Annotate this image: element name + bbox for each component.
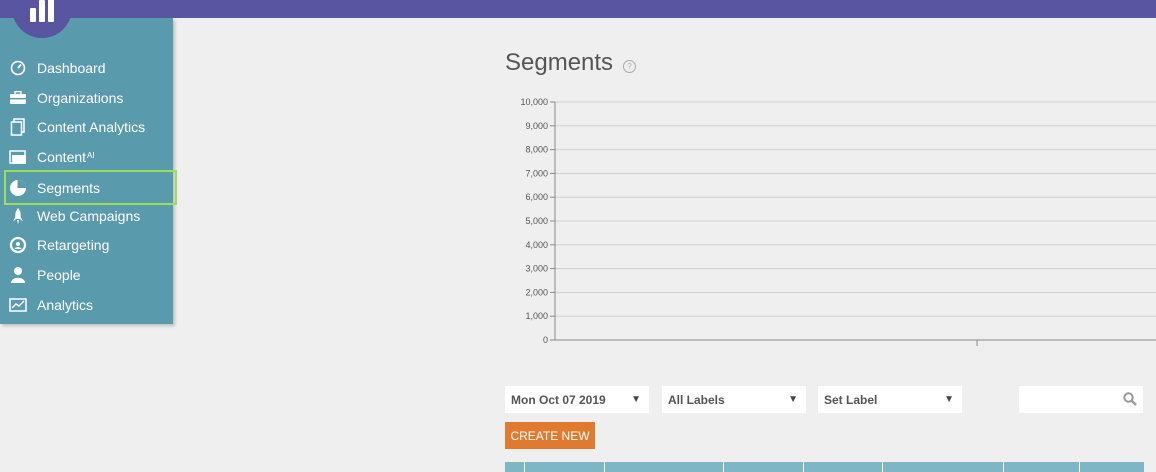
date-select[interactable]: Mon Oct 07 2019 ▼ [505, 386, 649, 413]
page-title: Segments [505, 49, 614, 76]
sidebar-item-label: Organizations [37, 90, 124, 106]
segments-chart: 10,000 9,000 8,000 7,000 6,000 5,000 4,000 3,00… [520, 97, 1156, 346]
content-folder-icon [8, 147, 28, 167]
logo-bar [39, 0, 45, 22]
sidebar-item-label: Content [37, 149, 87, 165]
sidebar-item-label: Retargeting [37, 237, 110, 253]
rocket-icon [8, 206, 28, 226]
documents-icon [8, 117, 28, 137]
sidebar-item-dashboard[interactable]: Dashboard [6, 54, 175, 82]
sidebar-item-organizations[interactable]: Organizations [6, 84, 175, 112]
dropdown-arrow-icon: ▼ [788, 394, 798, 405]
analytics-chart-icon [8, 295, 28, 315]
y-tick-label: 8,000 [525, 145, 548, 155]
table-header-cell[interactable] [1080, 462, 1144, 472]
labels-select-value: All Labels [668, 392, 725, 407]
y-tick-label: 3,000 [525, 264, 548, 274]
search-icon[interactable] [1123, 392, 1137, 411]
create-new-button[interactable]: CREATE NEW [505, 422, 595, 449]
set-label-select[interactable]: Set Label ▼ [818, 386, 962, 413]
help-icon[interactable]: ? [623, 60, 636, 73]
sidebar-item-label: People [37, 267, 81, 283]
sidebar-item-content-analytics[interactable]: Content Analytics [6, 113, 175, 141]
table-header-cell[interactable] [525, 462, 605, 472]
y-tick-label: 0 [543, 335, 548, 345]
table-header-cell[interactable] [505, 462, 525, 472]
dropdown-arrow-icon: ▼ [631, 394, 641, 405]
table-header-cell[interactable] [724, 462, 804, 472]
sidebar-item-retargeting[interactable]: Retargeting [6, 231, 175, 259]
sidebar-item-people[interactable]: People [6, 261, 175, 289]
sidebar-item-label: Web Campaigns [37, 208, 141, 224]
logo-bar [48, 0, 54, 22]
briefcase-icon [8, 88, 28, 108]
ai-superscript: AI [87, 150, 95, 160]
y-tick-label: 1,000 [525, 311, 548, 321]
y-tick-label: 7,000 [525, 168, 548, 178]
y-tick-label: 10,000 [520, 97, 548, 107]
y-tick-label: 4,000 [525, 240, 548, 250]
person-icon [8, 265, 28, 285]
dropdown-arrow-icon: ▼ [944, 394, 954, 405]
sidebar-item-label: Dashboard [37, 60, 106, 76]
sidebar-item-content-ai[interactable]: Content AI [6, 143, 175, 171]
set-label-select-value: Set Label [824, 392, 878, 407]
table-header-cell[interactable] [1004, 462, 1080, 472]
labels-select[interactable]: All Labels ▼ [662, 386, 806, 413]
logo-bar [30, 8, 36, 22]
sidebar-item-label: Analytics [37, 297, 94, 313]
table-header-cell[interactable] [804, 462, 883, 472]
sidebar-item-label: Content Analytics [37, 119, 146, 135]
top-bar [0, 0, 1156, 18]
table-header-cell[interactable] [883, 462, 1004, 472]
y-tick-label: 2,000 [525, 287, 548, 297]
table-header-cell[interactable] [605, 462, 724, 472]
date-select-value: Mon Oct 07 2019 [511, 392, 606, 407]
segments-table-header [505, 462, 1144, 472]
sidebar-item-label: Segments [37, 179, 101, 196]
y-tick-label: 6,000 [525, 192, 548, 202]
pie-chart-icon [8, 178, 28, 198]
sidebar: Dashboard Organizations Content Analytic… [0, 18, 177, 324]
search-input[interactable] [1019, 386, 1143, 413]
sidebar-item-segments[interactable]: Segments [4, 170, 177, 205]
y-tick-label: 5,000 [525, 216, 548, 226]
dashboard-gauge-icon [8, 58, 28, 78]
y-tick-label: 9,000 [525, 121, 548, 131]
retargeting-icon [8, 235, 28, 255]
sidebar-item-web-campaigns[interactable]: Web Campaigns [6, 202, 175, 230]
sidebar-item-analytics[interactable]: Analytics [6, 291, 175, 319]
